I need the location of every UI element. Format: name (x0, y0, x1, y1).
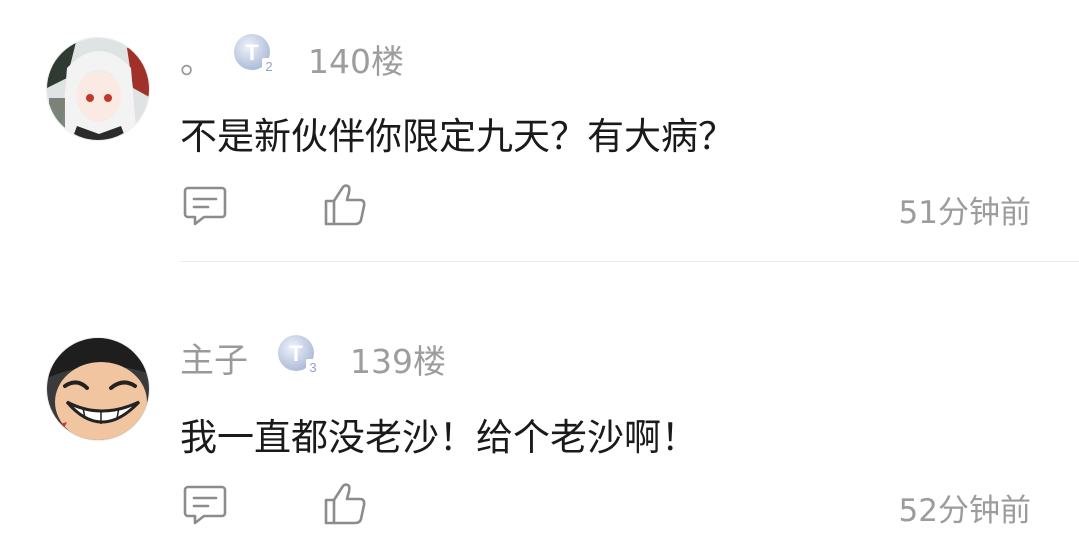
reply-button[interactable] (182, 483, 228, 527)
timestamp: 51分钟前 (898, 195, 1031, 231)
avatar[interactable] (46, 37, 150, 141)
level-letter: T (245, 40, 259, 65)
timestamp: 52分钟前 (898, 493, 1031, 529)
comment-item: 主子 T 3 139楼 我一直都没老沙！给个老沙啊！ 52分钟前 (0, 300, 1079, 556)
avatar[interactable] (46, 337, 150, 441)
level-number: 3 (309, 360, 316, 375)
level-letter: T (289, 341, 303, 366)
reply-button[interactable] (182, 184, 228, 228)
divider (180, 261, 1079, 262)
comment-item: 。 T 2 140楼 不是新伙伴你限定九天？有大病？ 51分钟前 (0, 0, 1079, 262)
level-badge-icon: T 3 (276, 331, 322, 377)
floor-number: 139楼 (350, 342, 446, 381)
username[interactable]: 主子 (180, 333, 248, 382)
thumbs-up-icon (324, 184, 366, 226)
floor-number: 140楼 (308, 42, 404, 81)
comment-text: 我一直都没老沙！给个老沙啊！ (180, 416, 698, 459)
username[interactable]: 。 (180, 34, 214, 83)
like-button[interactable] (322, 481, 368, 527)
comment-icon (183, 186, 227, 226)
thumbs-up-icon (324, 483, 366, 525)
level-badge-icon: T 2 (232, 30, 278, 76)
level-number: 2 (265, 59, 272, 74)
comment-icon (183, 485, 227, 525)
comment-text: 不是新伙伴你限定九天？有大病？ (180, 115, 735, 158)
like-button[interactable] (322, 182, 368, 228)
